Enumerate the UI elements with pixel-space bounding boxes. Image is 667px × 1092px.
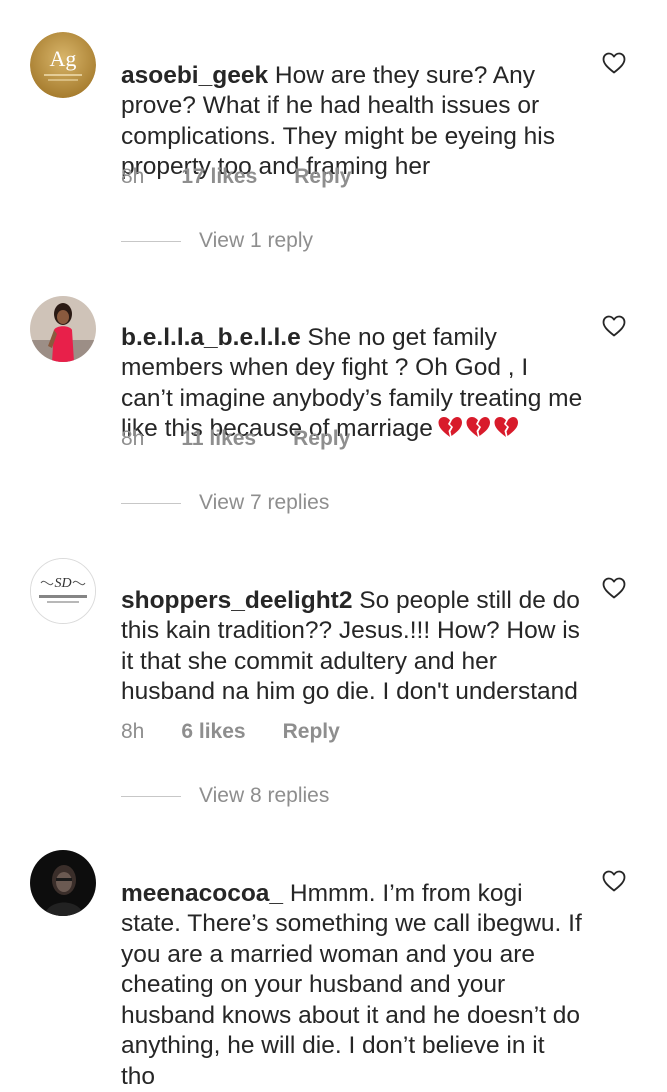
avatar[interactable]: SD xyxy=(30,558,96,624)
timestamp: 8h xyxy=(121,165,145,188)
broken-heart-icon xyxy=(438,417,462,437)
likes-count[interactable]: 11 likes xyxy=(181,427,256,451)
view-replies-label[interactable]: View 7 replies xyxy=(199,491,329,515)
username[interactable]: asoebi_geek xyxy=(121,62,268,89)
avatar-initials: Ag xyxy=(50,46,77,71)
divider-line xyxy=(121,240,181,242)
like-heart-icon[interactable] xyxy=(602,315,626,337)
avatar[interactable]: Ag xyxy=(30,32,96,98)
username[interactable]: shoppers_deelight2 xyxy=(121,587,352,614)
comment-body: b.e.l.l.a_b.e.l.l.e She no get family me… xyxy=(121,292,583,445)
asoebi-geek-logo-icon: Ag xyxy=(30,32,96,98)
broken-heart-icon xyxy=(466,417,490,437)
divider-line xyxy=(121,795,181,797)
shoppers-deelight-logo-icon: SD xyxy=(31,559,95,623)
avatar[interactable] xyxy=(30,296,96,362)
view-replies-label[interactable]: View 8 replies xyxy=(199,784,329,808)
reply-button[interactable]: Reply xyxy=(283,720,340,744)
comment-body: shoppers_deelight2 So people still de do… xyxy=(121,555,583,708)
broken-heart-icon xyxy=(494,417,518,437)
likes-count[interactable]: 6 likes xyxy=(181,720,245,744)
like-heart-icon[interactable] xyxy=(602,870,626,892)
view-replies-label[interactable]: View 1 reply xyxy=(199,229,313,253)
comment-text: Hmmm. I’m from kogi state. There’s somet… xyxy=(121,879,582,1090)
comment-meta: 8h 17 likes Reply xyxy=(121,164,351,190)
comment-body: asoebi_geek How are they sure? Any prove… xyxy=(121,30,583,183)
svg-text:SD: SD xyxy=(54,576,71,591)
view-replies-button[interactable]: View 7 replies xyxy=(121,490,329,516)
likes-count[interactable]: 17 likes xyxy=(181,165,257,189)
reply-button[interactable]: Reply xyxy=(293,427,350,451)
broken-heart-emoji-group xyxy=(437,415,519,439)
view-replies-button[interactable]: View 1 reply xyxy=(121,228,313,254)
comment-meta: 8h 11 likes Reply xyxy=(121,426,350,452)
profile-photo-icon xyxy=(30,850,96,916)
like-heart-icon[interactable] xyxy=(602,577,626,599)
username[interactable]: b.e.l.l.a_b.e.l.l.e xyxy=(121,324,301,351)
profile-photo-icon xyxy=(30,296,96,362)
timestamp: 8h xyxy=(121,720,145,743)
like-heart-icon[interactable] xyxy=(602,52,626,74)
divider-line xyxy=(121,502,181,504)
timestamp: 8h xyxy=(121,427,145,450)
comment-meta: 8h 6 likes Reply xyxy=(121,719,340,745)
view-replies-button[interactable]: View 8 replies xyxy=(121,783,329,809)
avatar[interactable] xyxy=(30,850,96,916)
username[interactable]: meenacocoa_ xyxy=(121,880,283,907)
reply-button[interactable]: Reply xyxy=(294,165,351,189)
comment-body: meenacocoa_ Hmmm. I’m from kogi state. T… xyxy=(121,848,583,1092)
